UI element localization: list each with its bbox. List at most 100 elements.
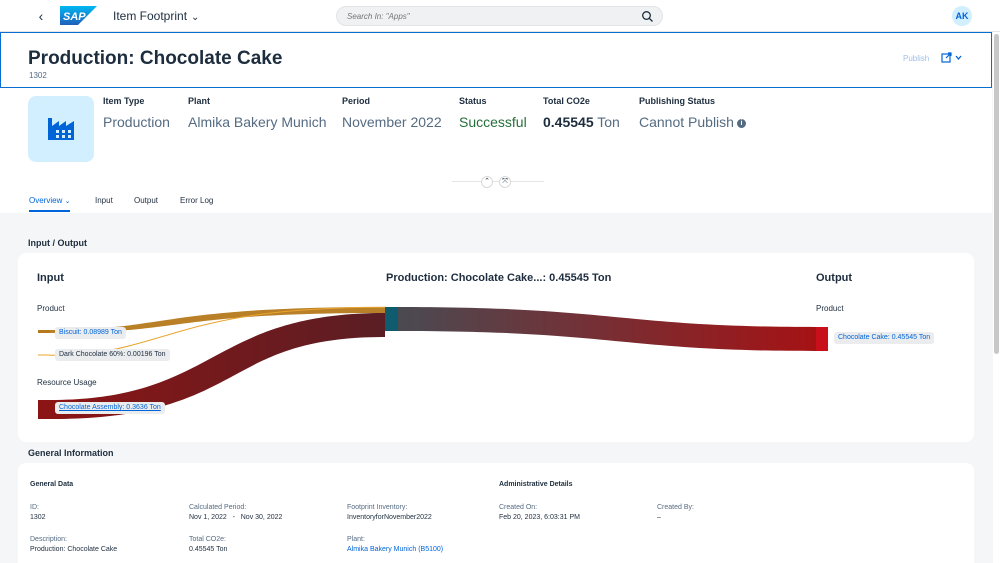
page-subtitle: 1302	[29, 71, 47, 80]
label-biscuit[interactable]: Biscuit: 0.08989 Ton	[55, 327, 126, 339]
field-description: Description: Production: Chocolate Cake	[30, 536, 117, 553]
attr-status: Status Successful	[459, 96, 527, 130]
publish-button[interactable]: Publish	[903, 54, 929, 63]
field-created-on: Created On: Feb 20, 2023, 6:03:31 PM	[499, 504, 580, 521]
info-icon[interactable]: i	[736, 119, 746, 128]
attr-value: Cannot Publish i	[639, 114, 746, 130]
general-info-card: General Data Administrative Details ID: …	[18, 463, 974, 563]
label-chocolate-assembly[interactable]: Chocolate Assembly: 0.3636 Ton	[55, 402, 165, 414]
attr-plant: Plant Almika Bakery Munich	[188, 96, 327, 130]
attr-label: Item Type	[103, 96, 145, 106]
output-product-group: Product	[816, 304, 844, 313]
collapse-header-icon[interactable]: ⌃	[481, 176, 493, 188]
search-field[interactable]	[336, 6, 663, 26]
header-collapser: ⌃ ⤧	[452, 176, 544, 188]
field-label: Footprint Inventory:	[347, 504, 408, 511]
admin-details-heading: Administrative Details	[499, 481, 573, 488]
field-label: Created By:	[657, 504, 694, 511]
input-product-group: Product	[37, 304, 65, 313]
attr-label: Status	[459, 96, 487, 106]
scrollbar-thumb[interactable]	[994, 34, 999, 354]
field-calculated-period: Calculated Period: Nov 1, 2022 - Nov 30,…	[189, 504, 282, 521]
attr-label: Plant	[188, 96, 211, 106]
field-label: Description:	[30, 536, 67, 543]
field-label: Created On:	[499, 504, 538, 511]
field-label: Plant:	[347, 536, 365, 543]
field-value: Feb 20, 2023, 6:03:31 PM	[499, 514, 580, 521]
tab-bar: Overview ⌄ Input Output Error Log	[0, 192, 992, 213]
node-biscuit[interactable]	[38, 330, 50, 333]
field-label: Total CO2e:	[189, 536, 226, 543]
field-value: Nov 1, 2022 - Nov 30, 2022	[189, 514, 283, 521]
link-chocolate-cake[interactable]	[398, 307, 816, 351]
chevron-down-icon: ⌄	[191, 12, 200, 23]
attr-total-co2e: Total CO2e 0.45545 Ton	[543, 96, 620, 130]
attr-period: Period November 2022	[342, 96, 442, 130]
attr-value: 0.45545 Ton	[543, 114, 620, 130]
tab-error-log[interactable]: Error Log	[180, 196, 213, 205]
tab-overview[interactable]: Overview ⌄	[29, 196, 71, 212]
tab-underline	[29, 210, 71, 212]
attr-value: November 2022	[342, 114, 442, 130]
field-value: 0.45545 Ton	[189, 546, 228, 553]
attr-publishing-status: Publishing Status Cannot Publish i	[639, 96, 746, 130]
label-chocolate-cake[interactable]: Chocolate Cake: 0.45545 Ton	[834, 332, 935, 344]
attr-label: Publishing Status	[639, 96, 716, 106]
sankey-card: Input Production: Chocolate Cake...: 0.4…	[18, 253, 974, 442]
node-production[interactable]	[385, 307, 398, 331]
avatar[interactable]: AK	[952, 6, 972, 26]
field-value: 1302	[30, 514, 46, 521]
co2e-unit: Ton	[597, 114, 620, 130]
field-value: InventoryforNovember2022	[347, 514, 432, 521]
back-icon[interactable]: ‹	[34, 8, 48, 24]
attr-label: Period	[342, 96, 371, 106]
item-type-tile	[28, 96, 94, 162]
field-value: –	[657, 514, 661, 521]
center-heading: Production: Chocolate Cake...: 0.45545 T…	[386, 272, 612, 284]
chevron-down-icon: ⌄	[64, 198, 71, 205]
attr-label: Total CO2e	[543, 96, 590, 106]
general-data-heading: General Data	[30, 481, 74, 488]
factory-icon	[48, 118, 74, 140]
field-value: Production: Chocolate Cake	[30, 546, 118, 553]
label-dark-chocolate[interactable]: Dark Chocolate 60%: 0.00196 Ton	[55, 349, 170, 361]
app-title-menu[interactable]: Item Footprint ⌄	[113, 9, 199, 23]
field-plant: Plant: Almika Bakery Munich (B5100)	[347, 536, 443, 553]
share-icon[interactable]	[941, 52, 963, 64]
plant-link[interactable]: Almika Bakery Munich (B5100)	[347, 546, 443, 553]
header-content: Item Type Production Plant Almika Bakery…	[0, 88, 992, 213]
node-chocolate-cake[interactable]	[816, 327, 828, 351]
input-heading: Input	[37, 272, 64, 284]
attr-item-type: Item Type Production	[103, 96, 170, 130]
output-heading: Output	[816, 272, 853, 284]
pin-header-icon[interactable]: ⤧	[499, 176, 511, 188]
search-icon[interactable]	[641, 10, 654, 23]
section-title-input-output: Input / Output	[28, 238, 87, 248]
co2e-number: 0.45545	[543, 114, 594, 130]
app-title: Item Footprint	[113, 9, 188, 23]
field-total-co2e: Total CO2e: 0.45545 Ton	[189, 536, 227, 553]
section-title-general-information: General Information	[28, 448, 114, 458]
node-chocolate-assembly[interactable]	[38, 400, 50, 419]
divider	[452, 181, 544, 182]
search-input[interactable]	[347, 10, 627, 23]
sap-logo-text: SAP	[63, 11, 86, 23]
object-page-header: Production: Chocolate Cake 1302 Publish	[0, 32, 992, 88]
field-created-by: Created By: –	[657, 504, 694, 521]
status-badge: Successful	[459, 114, 527, 130]
page-scrollbar[interactable]	[993, 32, 1000, 563]
attr-value: Production	[103, 114, 170, 130]
publishing-status-value: Cannot Publish	[639, 114, 734, 130]
page-title: Production: Chocolate Cake	[28, 48, 283, 69]
tab-label: Overview	[29, 196, 63, 205]
tab-output[interactable]: Output	[134, 196, 158, 205]
sap-logo[interactable]: SAP	[60, 6, 97, 25]
input-resource-group: Resource Usage	[37, 378, 97, 387]
field-id: ID: 1302	[30, 504, 46, 521]
field-footprint-inventory: Footprint Inventory: InventoryforNovembe…	[347, 504, 432, 521]
field-label: ID:	[30, 504, 39, 511]
attr-value: Almika Bakery Munich	[188, 114, 327, 130]
shell-bar: ‹ SAP Item Footprint⌄ AK	[0, 0, 1000, 32]
node-dark-chocolate[interactable]	[38, 354, 50, 356]
tab-input[interactable]: Input	[95, 196, 113, 205]
